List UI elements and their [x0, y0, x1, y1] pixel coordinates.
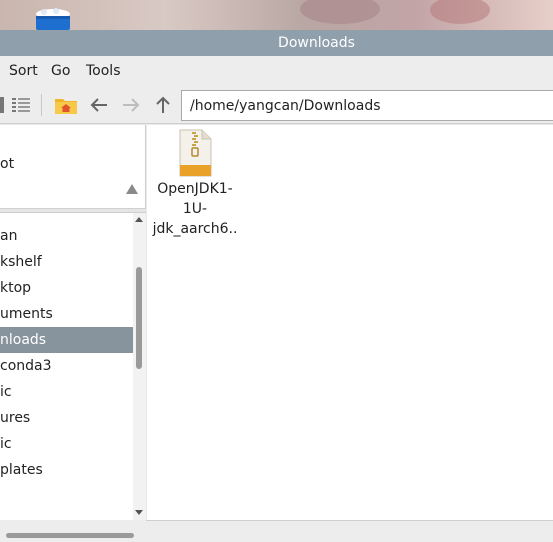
tree-item[interactable]: ic: [0, 431, 133, 457]
menu-tools[interactable]: Tools: [86, 56, 121, 86]
desktop-background: [0, 0, 553, 30]
detailed-list-view-button[interactable]: [10, 93, 32, 117]
menu-go[interactable]: Go: [51, 56, 70, 86]
tree-item[interactable]: ktop: [0, 275, 133, 301]
arrow-up-icon: [156, 96, 170, 113]
path-input[interactable]: [182, 91, 553, 120]
trash-desktop-icon[interactable]: [32, 8, 74, 30]
toolbar-separator: [41, 94, 42, 116]
file-item[interactable]: OpenJDK1- 1U- jdk_aarch6..: [147, 129, 243, 239]
tree-item-selected[interactable]: nloads: [0, 327, 133, 353]
scroll-up-icon[interactable]: [135, 217, 143, 222]
icon-view-icon: [0, 97, 4, 113]
places-item[interactable]: ot: [0, 156, 14, 172]
scroll-down-icon[interactable]: [135, 510, 143, 515]
back-button[interactable]: [87, 93, 111, 117]
toolbar: [0, 86, 553, 124]
hscroll-thumb[interactable]: [6, 533, 134, 538]
wallpaper-shape: [430, 0, 490, 24]
directory-tree: an kshelf ktop uments nloads conda3 ic u…: [0, 213, 133, 520]
archive-icon: [179, 129, 212, 177]
file-name-line: jdk_aarch6..: [152, 221, 238, 237]
status-bar: [146, 520, 553, 542]
menubar: Sort Go Tools: [0, 56, 553, 86]
side-pane-hscrollbar[interactable]: [0, 520, 146, 542]
forward-button[interactable]: [119, 93, 143, 117]
file-name-line: 1U-: [182, 201, 208, 217]
tree-item[interactable]: plates: [0, 457, 133, 483]
up-button[interactable]: [152, 93, 174, 117]
view-mode-icon-button[interactable]: [0, 93, 6, 117]
window-title: Downloads: [278, 35, 355, 51]
tree-item[interactable]: uments: [0, 301, 133, 327]
tree-item[interactable]: ic: [0, 379, 133, 405]
path-bar[interactable]: [181, 90, 553, 121]
wallpaper-shape: [300, 0, 380, 24]
scrollbar-thumb[interactable]: [136, 267, 142, 369]
arrow-right-icon: [123, 98, 140, 112]
list-view-icon: [12, 98, 30, 112]
file-name-line: OpenJDK1-: [157, 181, 233, 197]
places-list: ot: [0, 125, 146, 208]
eject-icon[interactable]: [126, 184, 138, 194]
arrow-left-icon: [90, 98, 107, 112]
tree-item[interactable]: ures: [0, 405, 133, 431]
tree-item[interactable]: conda3: [0, 353, 133, 379]
tree-scrollbar[interactable]: [133, 213, 146, 520]
menu-sort[interactable]: Sort: [9, 56, 38, 86]
tree-item[interactable]: kshelf: [0, 249, 133, 275]
file-view[interactable]: OpenJDK1- 1U- jdk_aarch6..: [147, 125, 553, 520]
home-button[interactable]: [53, 93, 79, 117]
home-folder-icon: [55, 99, 77, 114]
tree-item[interactable]: an: [0, 223, 133, 249]
side-pane: ot an kshelf ktop uments nloads conda3 i…: [0, 125, 146, 520]
window-titlebar[interactable]: Downloads: [0, 30, 553, 56]
